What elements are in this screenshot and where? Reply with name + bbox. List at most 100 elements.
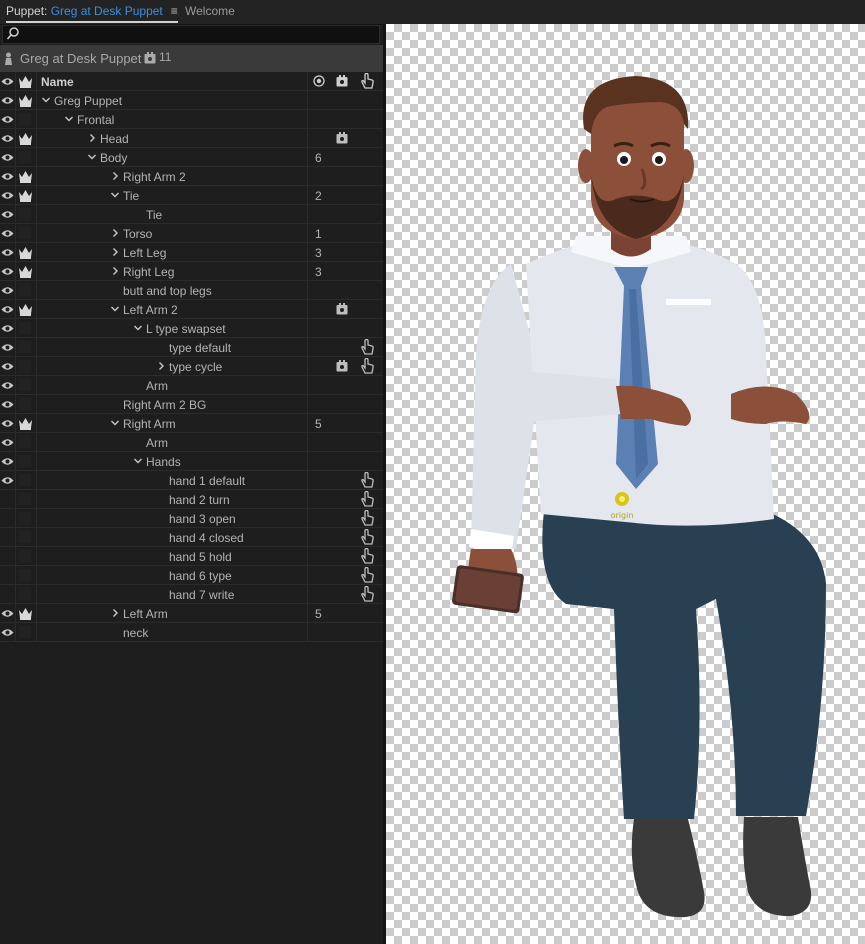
eye-cell[interactable] <box>0 129 16 147</box>
target-icon[interactable] <box>313 75 325 87</box>
crown-icon[interactable] <box>18 303 33 316</box>
trigger-cell[interactable] <box>354 414 380 432</box>
layer-row[interactable]: Right Arm 2 <box>0 167 383 186</box>
eye-cell[interactable] <box>0 471 16 489</box>
crown-cell[interactable] <box>16 623 37 641</box>
crown-toggle[interactable] <box>19 531 31 543</box>
behavior-icon[interactable] <box>336 360 348 372</box>
layer-name[interactable]: Arm <box>146 436 168 450</box>
layer-name[interactable]: L type swapset <box>146 322 226 336</box>
trigger-cell[interactable] <box>354 604 380 622</box>
layer-row[interactable]: L type swapset <box>0 319 383 338</box>
eye-icon[interactable] <box>1 229 14 238</box>
crown-cell[interactable] <box>16 262 37 280</box>
layer-row[interactable]: Right Arm 2 BG <box>0 395 383 414</box>
crown-cell[interactable] <box>16 110 37 128</box>
eye-icon[interactable] <box>1 438 14 447</box>
layer-name[interactable]: hand 2 turn <box>169 493 230 507</box>
behavior-cell[interactable] <box>330 452 354 470</box>
chevron-down-icon[interactable] <box>87 151 97 163</box>
eye-cell[interactable] <box>0 148 16 166</box>
crown-toggle[interactable] <box>19 474 31 486</box>
behavior-cell[interactable] <box>330 547 354 565</box>
crown-cell[interactable] <box>16 452 37 470</box>
crown-cell[interactable] <box>16 338 37 356</box>
behavior-cell[interactable] <box>330 414 354 432</box>
layer-row[interactable]: Greg Puppet <box>0 91 383 110</box>
chevron-down-icon[interactable] <box>110 189 120 201</box>
layer-row[interactable]: Right Arm 5 <box>0 414 383 433</box>
layer-row[interactable]: hand 4 closed <box>0 528 383 547</box>
crown-toggle[interactable] <box>19 322 31 334</box>
hand-icon[interactable] <box>361 472 374 488</box>
eye-cell[interactable] <box>0 357 16 375</box>
trigger-cell[interactable] <box>354 471 380 489</box>
crown-toggle[interactable] <box>19 360 31 372</box>
eye-cell[interactable] <box>0 243 16 261</box>
behavior-icon[interactable] <box>336 303 348 315</box>
crown-icon[interactable] <box>18 170 33 183</box>
trigger-cell[interactable] <box>354 224 380 242</box>
behavior-cell[interactable] <box>330 509 354 527</box>
behavior-cell[interactable] <box>330 129 354 147</box>
behavior-cell[interactable] <box>330 566 354 584</box>
crown-cell[interactable] <box>16 490 37 508</box>
layer-row[interactable]: type cycle <box>0 357 383 376</box>
trigger-cell[interactable] <box>354 566 380 584</box>
eye-cell[interactable] <box>0 452 16 470</box>
crown-cell[interactable] <box>16 376 37 394</box>
crown-icon[interactable] <box>18 265 33 278</box>
crown-cell[interactable] <box>16 91 37 109</box>
layer-row[interactable]: Head <box>0 129 383 148</box>
eye-cell[interactable] <box>0 262 16 280</box>
layer-name[interactable]: Hands <box>146 455 181 469</box>
eye-cell[interactable] <box>0 281 16 299</box>
hand-icon[interactable] <box>361 586 374 602</box>
behavior-cell[interactable] <box>330 148 354 166</box>
eye-cell[interactable] <box>0 338 16 356</box>
chevron-down-icon[interactable] <box>64 113 74 125</box>
crown-icon[interactable] <box>18 75 33 88</box>
layer-name[interactable]: type default <box>169 341 231 355</box>
trigger-cell[interactable] <box>354 300 380 318</box>
crown-cell[interactable] <box>16 167 37 185</box>
layer-row[interactable]: Left Arm 2 <box>0 300 383 319</box>
layer-name[interactable]: hand 5 hold <box>169 550 232 564</box>
crown-cell[interactable] <box>16 243 37 261</box>
layer-name[interactable]: hand 4 closed <box>169 531 244 545</box>
layer-row[interactable]: Arm <box>0 376 383 395</box>
eye-icon[interactable] <box>1 381 14 390</box>
hand-icon[interactable] <box>361 548 374 564</box>
crown-cell[interactable] <box>16 129 37 147</box>
eye-cell[interactable] <box>0 300 16 318</box>
chevron-right-icon[interactable] <box>110 170 120 182</box>
layer-row[interactable]: Arm <box>0 433 383 452</box>
eye-cell[interactable] <box>0 224 16 242</box>
layer-name[interactable]: Right Leg <box>123 265 174 279</box>
eye-icon[interactable] <box>1 476 14 485</box>
eye-cell[interactable] <box>0 395 16 413</box>
layer-name[interactable]: Left Leg <box>123 246 166 260</box>
behavior-cell[interactable] <box>330 300 354 318</box>
chevron-right-icon[interactable] <box>110 607 120 619</box>
trigger-cell[interactable] <box>354 243 380 261</box>
crown-cell[interactable] <box>16 547 37 565</box>
crown-icon[interactable] <box>18 246 33 259</box>
chevron-down-icon[interactable] <box>133 455 143 467</box>
layer-name[interactable]: Right Arm 2 <box>123 170 186 184</box>
hand-icon[interactable] <box>361 339 374 355</box>
trigger-cell[interactable] <box>354 547 380 565</box>
eye-icon[interactable] <box>1 609 14 618</box>
behavior-cell[interactable] <box>330 623 354 641</box>
crown-toggle[interactable] <box>19 512 31 524</box>
behavior-cell[interactable] <box>330 319 354 337</box>
eye-cell[interactable] <box>0 167 16 185</box>
eye-icon[interactable] <box>1 191 14 200</box>
eye-cell[interactable] <box>0 319 16 337</box>
chevron-right-icon[interactable] <box>110 265 120 277</box>
crown-icon[interactable] <box>18 132 33 145</box>
trigger-cell[interactable] <box>354 129 380 147</box>
trigger-cell[interactable] <box>354 509 380 527</box>
eye-icon[interactable] <box>1 77 14 86</box>
crown-cell[interactable] <box>16 319 37 337</box>
